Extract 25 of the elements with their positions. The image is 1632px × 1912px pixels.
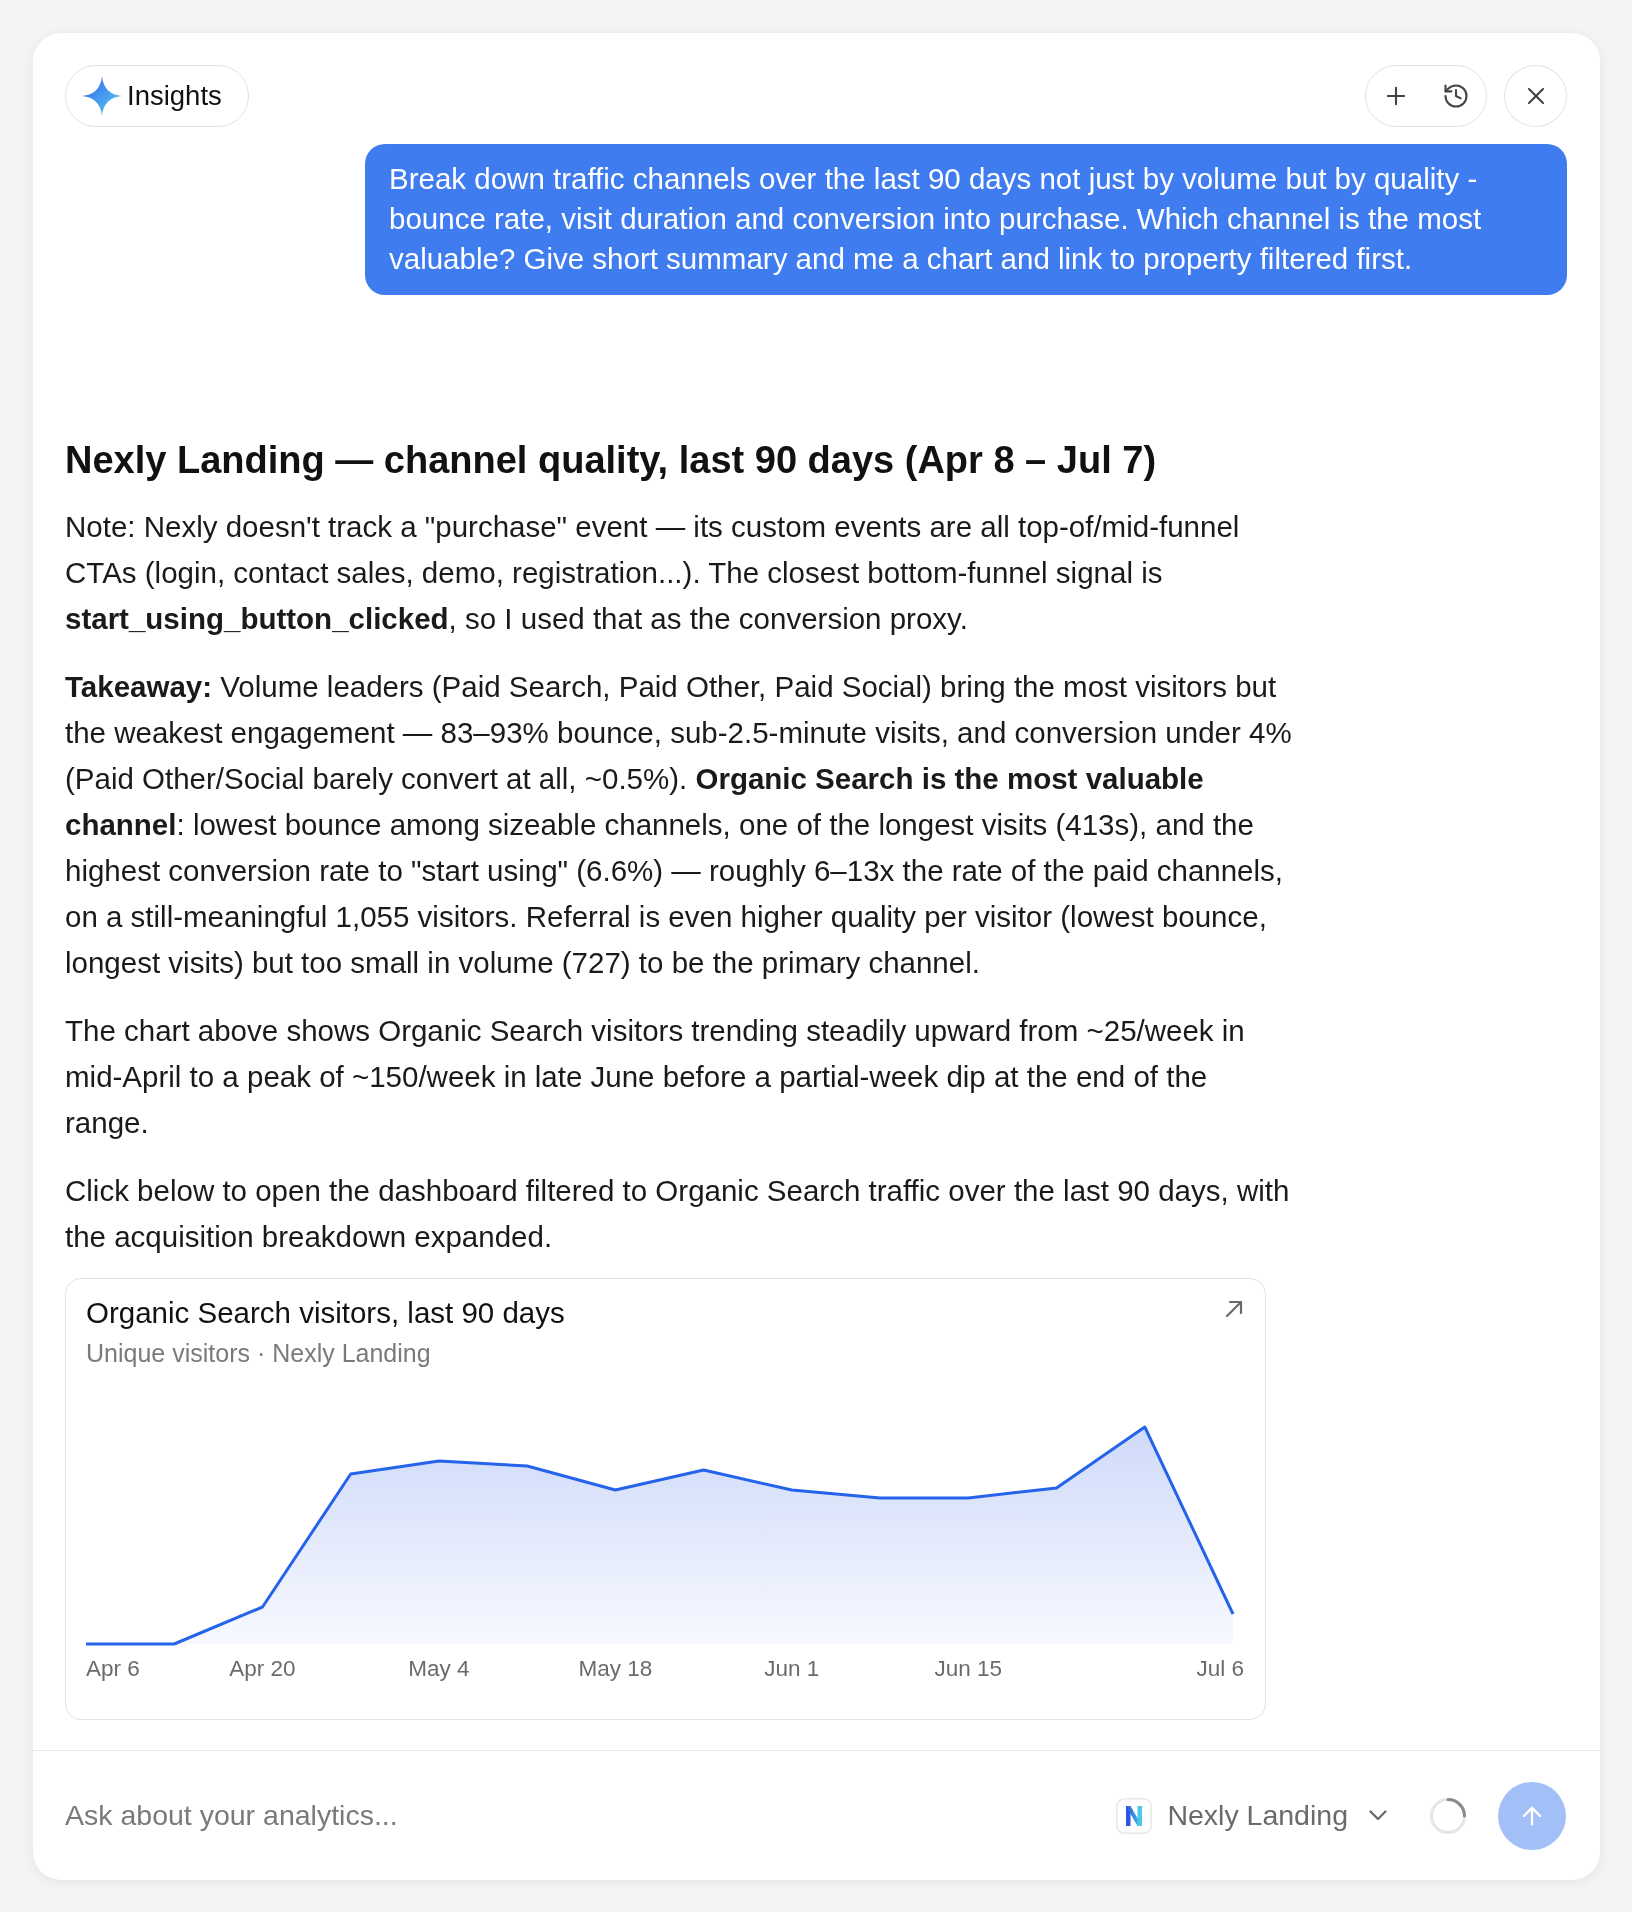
response-paragraph: Note: Nexly doesn't track a "purchase" event — its custom events are all top-of/mid-funnel CTAs (login, contact sales, demo, registration...). The closest bottom-funnel signal is start_using_button_clicked, so I used that as the conversion proxy. [65, 509, 1241, 637]
x-axis-label: Apr 6 [86, 1656, 140, 1681]
x-axis-label: Jul 6 [1196, 1656, 1244, 1681]
chart-subtitle: Unique visitors · Nexly Landing [86, 1338, 431, 1368]
x-axis-label: Jun 15 [934, 1656, 1003, 1681]
open-chart-button[interactable] [1223, 1298, 1245, 1320]
x-axis-label: May 18 [578, 1656, 653, 1681]
response-paragraph: The chart above shows Organic Search visitors trending steadily upward from ~25/week in mid-April to a peak of ~150/week in late June before a partial-week dip at the end of the range. [65, 1013, 1246, 1141]
badge-label: Insights [127, 80, 222, 112]
x-axis-label: Apr 20 [229, 1656, 296, 1681]
message-input[interactable]: Ask about your analytics... [65, 1793, 1117, 1838]
response-heading: Nexly Landing — channel quality, last 90 days (Apr 8 – Jul 7) [65, 438, 1158, 483]
property-selector[interactable]: Nexly Landing [1116, 1797, 1387, 1834]
response-paragraph: Takeaway: Volume leaders (Paid Search, Paid Other, Paid Social) bring the most visitors but the weakest engagement — 83–93% bounce, sub-2.5-minute visits, and conversion under 4% (Paid Other/Social barely convert at all, ~0.5%). Organic Search is the most valuable channel: lowest bounce among sizeable channels, one of the longest visits (413s), and the highest conversion rate to "start using" (6.6%) — roughly 6–13x the rate of the paid channels, on a still-meaningful 1,055 visitors. Referral is even higher quality per visitor (lowest bounce, longest visits) but too small in volume (727) to be the primary channel. [65, 669, 1293, 981]
chevron-down-icon [1369, 1810, 1387, 1821]
logo-icon [1116, 1797, 1153, 1834]
sparkle-icon [82, 76, 122, 116]
response-paragraph: Click below to open the dashboard filtered to Organic Search traffic over the last 90 days, with the acquisition breakdown expanded. [65, 1173, 1291, 1255]
chart-card[interactable]: Organic Search visitors, last 90 days Unique visitors · Nexly Landing Apr 6 Apr 20 May 4 May 18 Jun 1 Jun 15 Jul 6 [65, 1278, 1266, 1720]
user-message-bubble: Break down traffic channels over the last 90 days not just by volume but by quality - bounce rate, visit duration and conversion into purchase. Which channel is the most valuable? Give short summary and me a chart and link to property filtered first. [365, 144, 1567, 295]
arrow-up-right-icon [1225, 1300, 1243, 1318]
chart-title: Organic Search visitors, last 90 days [86, 1296, 565, 1330]
x-axis-label: May 4 [408, 1656, 470, 1681]
x-axis-label: Jun 1 [764, 1656, 820, 1681]
history-icon [1442, 81, 1470, 110]
